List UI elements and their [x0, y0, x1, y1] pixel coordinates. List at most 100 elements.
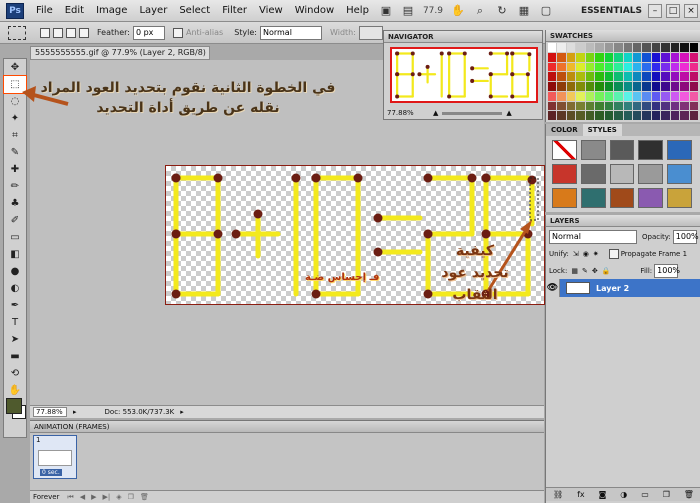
unify-position-icon[interactable]: ⇲ — [573, 250, 579, 258]
history-brush-tool-icon[interactable]: ✐ — [4, 212, 26, 229]
swatch[interactable] — [680, 111, 689, 120]
swatch[interactable] — [548, 101, 557, 111]
hand-tool-icon[interactable]: ✋ — [4, 382, 26, 399]
3d-rotate-tool-icon[interactable]: ⟲ — [4, 365, 26, 382]
swatch[interactable] — [689, 72, 698, 81]
hand-tool-icon[interactable]: ✋ — [450, 3, 466, 19]
menu-help[interactable]: Help — [340, 0, 375, 22]
style-swatch[interactable] — [609, 164, 635, 184]
arrange-documents-icon[interactable]: ▦ — [516, 3, 532, 19]
swatch[interactable] — [576, 101, 585, 111]
swatch[interactable] — [680, 52, 689, 62]
swatch[interactable] — [689, 82, 698, 91]
swatch[interactable] — [661, 52, 670, 62]
swatch[interactable] — [642, 62, 651, 72]
swatch[interactable] — [661, 82, 670, 91]
swatch[interactable] — [680, 72, 689, 81]
zoom-level[interactable]: 77.9 — [423, 6, 443, 16]
swatch[interactable] — [614, 72, 623, 81]
swatch[interactable] — [642, 101, 651, 111]
swatch[interactable] — [548, 91, 557, 101]
swatch[interactable] — [651, 82, 661, 91]
swatch[interactable] — [670, 91, 680, 101]
layer-row[interactable]: 👁 Layer 2 — [546, 279, 700, 297]
foreground-color-swatch[interactable] — [6, 398, 22, 414]
layer-mask-icon[interactable]: ◙ — [599, 490, 607, 499]
swatch[interactable] — [689, 62, 698, 72]
swatch[interactable] — [548, 72, 557, 81]
swatch[interactable] — [614, 62, 623, 72]
swatch[interactable] — [680, 43, 689, 52]
swatch[interactable] — [680, 101, 689, 111]
style-swatch[interactable] — [667, 164, 692, 184]
style-swatch[interactable] — [638, 164, 664, 184]
swatch[interactable] — [604, 72, 614, 81]
swatch[interactable] — [585, 101, 595, 111]
swatch[interactable] — [680, 82, 689, 91]
swatch[interactable] — [632, 91, 642, 101]
swatch[interactable] — [680, 91, 689, 101]
healing-tool-icon[interactable]: ✚ — [4, 161, 26, 178]
crop-tool-icon[interactable]: ⌗ — [4, 127, 26, 144]
next-frame-icon[interactable]: ▶| — [103, 493, 111, 501]
swatch[interactable] — [548, 82, 557, 91]
swatch[interactable] — [595, 91, 604, 101]
swatch[interactable] — [623, 91, 632, 101]
swatch[interactable] — [642, 43, 651, 52]
swatch[interactable] — [642, 111, 651, 120]
swatch[interactable] — [632, 52, 642, 62]
swatch[interactable] — [670, 43, 680, 52]
swatch[interactable] — [614, 111, 623, 120]
zoom-tool-icon[interactable]: ⌕ — [472, 3, 488, 19]
swatch[interactable] — [651, 43, 661, 52]
swatch[interactable] — [661, 101, 670, 111]
swatch[interactable] — [566, 62, 576, 72]
swatch[interactable] — [661, 91, 670, 101]
swatch[interactable] — [614, 91, 623, 101]
new-layer-icon[interactable]: ❐ — [663, 490, 670, 499]
menu-layer[interactable]: Layer — [133, 0, 173, 22]
swatch[interactable] — [585, 62, 595, 72]
minimize-icon[interactable]: – — [648, 3, 662, 18]
lock-transparency-icon[interactable]: ▦ — [571, 267, 578, 275]
swatch[interactable] — [614, 43, 623, 52]
mini-bridge-icon[interactable]: ▤ — [400, 3, 416, 19]
swatch[interactable] — [566, 82, 576, 91]
rotate-view-icon[interactable]: ↻ — [494, 3, 510, 19]
antialias-checkbox[interactable] — [172, 27, 183, 38]
width-input[interactable] — [358, 25, 383, 40]
menu-filter[interactable]: Filter — [216, 0, 253, 22]
swatch[interactable] — [623, 111, 632, 120]
loop-select[interactable]: Forever — [33, 493, 59, 501]
swatch[interactable] — [557, 82, 566, 91]
swatch[interactable] — [585, 52, 595, 62]
eraser-tool-icon[interactable]: ▭ — [4, 229, 26, 246]
intersect-selection-icon[interactable] — [79, 27, 89, 38]
lock-position-icon[interactable]: ✥ — [592, 267, 598, 275]
frame-delay[interactable]: 0 sec. — [40, 469, 62, 476]
swatch[interactable] — [585, 111, 595, 120]
propagate-checkbox[interactable] — [608, 249, 619, 259]
swatch[interactable] — [604, 52, 614, 62]
navigator-zoom[interactable]: 77.88% — [387, 109, 423, 117]
swatch[interactable] — [557, 91, 566, 101]
swatch[interactable] — [576, 91, 585, 101]
style-swatch[interactable] — [638, 188, 664, 208]
swatch[interactable] — [576, 82, 585, 91]
swatch[interactable] — [604, 43, 614, 52]
swatch[interactable] — [623, 43, 632, 52]
swatch[interactable] — [651, 91, 661, 101]
first-frame-icon[interactable]: ⏮ — [67, 493, 73, 502]
swatch[interactable] — [670, 52, 680, 62]
shape-tool-icon[interactable]: ▬ — [4, 348, 26, 365]
swatch[interactable] — [642, 82, 651, 91]
zoom-slider[interactable] — [442, 111, 503, 115]
swatch[interactable] — [670, 72, 680, 81]
swatch[interactable] — [566, 91, 576, 101]
tab-styles[interactable]: STYLES — [582, 124, 622, 136]
subtract-selection-icon[interactable] — [66, 27, 76, 38]
swatch[interactable] — [595, 52, 604, 62]
animation-frame-1[interactable]: 1 0 sec. — [33, 435, 77, 479]
style-swatch[interactable] — [580, 140, 606, 160]
swatch[interactable] — [632, 72, 642, 81]
